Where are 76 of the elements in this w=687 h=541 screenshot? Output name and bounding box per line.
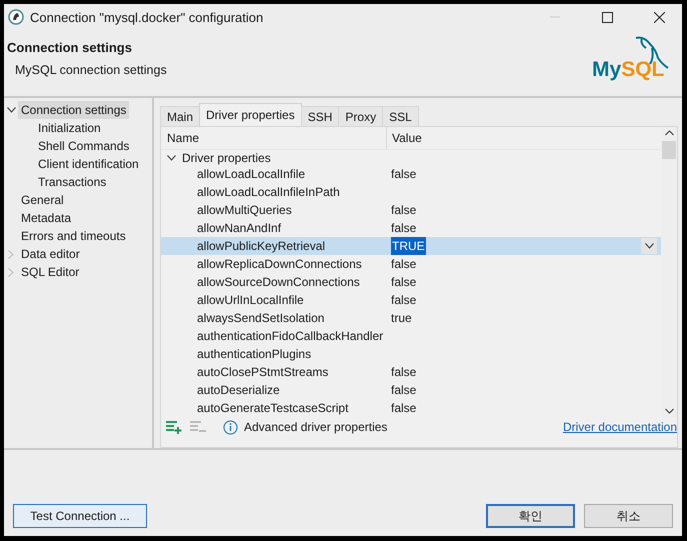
window-title: Connection "mysql.docker" configuration xyxy=(30,10,264,24)
property-name: autoDeserialize xyxy=(196,382,281,399)
property-name: authenticationPlugins xyxy=(196,346,312,363)
table-row[interactable]: allowUrlInLocalInfile false xyxy=(161,291,661,309)
table-row[interactable]: authenticationPlugins xyxy=(161,345,661,363)
property-value: false xyxy=(391,365,416,379)
sidebar-item[interactable]: Data editor xyxy=(18,245,83,263)
property-name: allowLoadLocalInfileInPath xyxy=(196,184,341,201)
section-title: Connection settings xyxy=(7,40,133,55)
tab[interactable]: SSH xyxy=(300,106,340,126)
add-property-icon[interactable] xyxy=(165,420,183,434)
property-name: authenticationFidoCallbackHandler xyxy=(196,328,384,345)
test-connection-button[interactable]: Test Connection ... xyxy=(13,504,147,528)
value-field[interactable]: TRUE xyxy=(391,237,426,255)
column-header[interactable]: Value xyxy=(387,131,422,145)
table-row[interactable]: autoDeserialize false xyxy=(161,381,661,399)
table-row[interactable]: allowLoadLocalInfile false xyxy=(161,165,661,183)
property-value: false xyxy=(391,167,416,181)
tab[interactable]: SSL xyxy=(382,106,419,126)
dialog-button[interactable]: 확인 xyxy=(486,504,575,528)
sidebar-item[interactable]: Client identification xyxy=(35,155,142,173)
tab[interactable]: Main xyxy=(160,106,200,126)
column-header[interactable]: Name xyxy=(161,127,387,149)
property-value: false xyxy=(391,383,416,397)
mysql-logo: MySQL xyxy=(592,34,672,86)
sidebar-item[interactable]: General xyxy=(18,191,67,209)
property-value: false xyxy=(391,401,416,415)
table-row[interactable]: allowLoadLocalInfileInPath xyxy=(161,183,661,201)
sidebar-item[interactable]: Shell Commands xyxy=(35,137,132,155)
property-name: autoClosePStmtStreams xyxy=(196,364,330,381)
property-value: false xyxy=(391,203,416,217)
property-name: alwaysSendSetIsolation xyxy=(196,310,326,327)
dialog-button[interactable]: 취소 xyxy=(584,504,673,528)
tab[interactable]: Proxy xyxy=(338,106,384,126)
documentation-link[interactable]: Driver documentation xyxy=(562,420,677,434)
table-row[interactable]: allowMultiQueries false xyxy=(161,201,661,219)
property-value: false xyxy=(391,257,416,271)
table-row[interactable]: autoClosePStmtStreams false xyxy=(161,363,661,381)
section-subtitle: MySQL connection settings xyxy=(15,63,168,77)
chevron-down-icon xyxy=(644,243,654,249)
dropdown-button[interactable] xyxy=(641,238,657,254)
sidebar-item[interactable]: Metadata xyxy=(18,209,74,227)
property-name: allowUrlInLocalInfile xyxy=(196,292,305,309)
group-label[interactable]: Driver properties xyxy=(182,150,271,164)
property-value: false xyxy=(391,221,416,235)
sidebar-item[interactable]: Errors and timeouts xyxy=(18,227,129,245)
app-icon xyxy=(8,9,24,25)
property-name: allowNanAndInf xyxy=(196,220,282,237)
property-name: allowMultiQueries xyxy=(196,202,293,219)
property-name: allowReplicaDownConnections xyxy=(196,256,363,273)
close-icon xyxy=(654,12,664,22)
collapse-icon[interactable] xyxy=(6,107,16,113)
table-row[interactable]: allowReplicaDownConnections false xyxy=(161,255,661,273)
property-name: allowSourceDownConnections xyxy=(196,274,361,291)
property-value: true xyxy=(391,311,412,325)
collapse-icon[interactable] xyxy=(167,154,176,160)
sidebar-item[interactable]: SQL Editor xyxy=(18,263,82,281)
sidebar-item[interactable]: Transactions xyxy=(35,173,110,191)
table-row[interactable]: authenticationFidoCallbackHandler xyxy=(161,327,661,345)
sidebar-item[interactable]: Connection settings xyxy=(18,101,130,119)
maximize-icon xyxy=(602,12,612,22)
property-name: autoGenerateTestcaseScript xyxy=(196,400,350,417)
info-icon xyxy=(223,420,238,434)
table-row[interactable]: autoGenerateTestcaseScript false xyxy=(161,399,661,417)
table-row[interactable]: allowSourceDownConnections false xyxy=(161,273,661,291)
info-text: Advanced driver properties xyxy=(244,420,388,434)
property-value: false xyxy=(391,275,416,289)
sidebar-item[interactable]: Initialization xyxy=(35,119,104,137)
property-name: allowPublicKeyRetrieval xyxy=(196,238,326,255)
tab[interactable]: Driver properties xyxy=(199,103,302,126)
table-row[interactable]: alwaysSendSetIsolation true xyxy=(161,309,661,327)
property-name: allowLoadLocalInfile xyxy=(196,166,306,183)
table-row[interactable]: allowNanAndInf false xyxy=(161,219,661,237)
table-row[interactable]: allowPublicKeyRetrieval TRUE xyxy=(161,237,661,255)
scroll-thumb[interactable] xyxy=(662,141,676,159)
property-value: false xyxy=(391,293,416,307)
